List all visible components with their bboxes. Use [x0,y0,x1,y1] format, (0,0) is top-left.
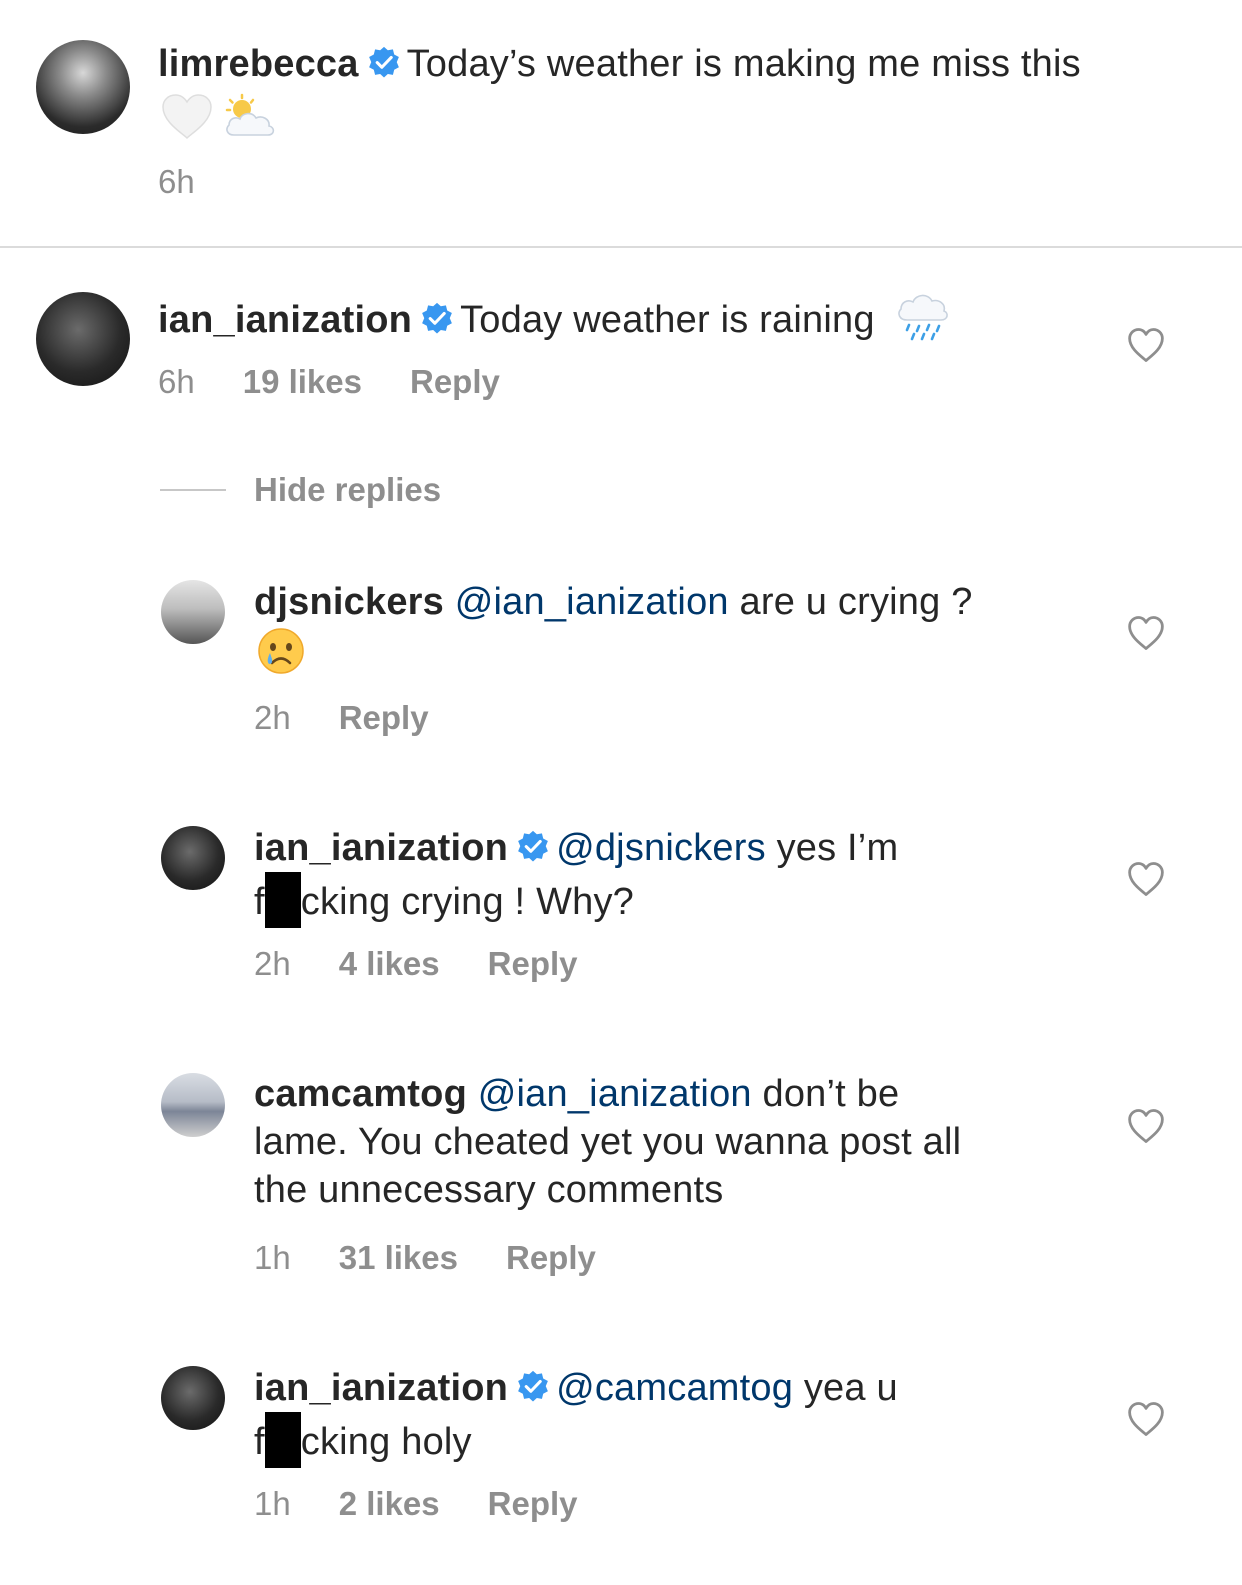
username[interactable]: djsnickers [254,581,444,623]
like-heart-icon[interactable] [1126,615,1166,651]
redaction-bar [264,1412,301,1468]
comment-body-line2-start: f [254,881,265,923]
avatar[interactable] [161,1366,225,1430]
comment-text: ian_ianization Today weather is raining [158,290,1058,344]
caption-body: Today’s weather is making me miss this [406,43,1081,85]
verified-badge-icon [516,830,550,864]
likes-count[interactable]: 2 likes [339,1484,440,1524]
comment-text: djsnickers @ian_ianization are u crying … [254,578,1084,626]
reply-button[interactable]: Reply [488,1484,578,1524]
caption-emoji-row [160,92,278,142]
post-caption: limrebecca Today’s weather is making me m… [0,0,1242,248]
username[interactable]: ian_ianization [158,299,412,341]
likes-count[interactable]: 19 likes [243,362,362,402]
comment-text: camcamtog @ian_ianization don’t be lame.… [254,1070,1084,1214]
timestamp: 2h [254,945,291,982]
comment-meta: 1h 31 likes Reply [254,1238,644,1278]
comment-body-line2-end: cking crying ! Why? [300,881,635,923]
username[interactable]: ian_ianization [254,1367,508,1409]
mention-link[interactable]: @ian_ianization [455,581,729,623]
mention-link[interactable]: @djsnickers [556,827,766,869]
timestamp: 6h [158,363,195,400]
avatar[interactable] [161,580,225,644]
comment-body: yes I’m [776,827,899,869]
comment-body-line2-end: cking holy [300,1421,472,1463]
comment-body-line2: lame. You cheated yet you wanna post all [254,1121,962,1163]
verified-badge-icon [367,46,401,80]
reply-button[interactable]: Reply [339,698,429,738]
timestamp: 1h [254,1239,291,1276]
like-heart-icon[interactable] [1126,861,1166,897]
redaction-bar [264,872,301,928]
mention-link[interactable]: @ian_ianization [478,1073,752,1115]
white-heart-icon [162,94,212,140]
reply-button[interactable]: Reply [506,1238,596,1278]
comment-meta: 1h 2 likes Reply [254,1484,626,1524]
avatar[interactable] [161,1073,225,1137]
like-heart-icon[interactable] [1126,327,1166,363]
comment-body: yea u [803,1367,898,1409]
avatar[interactable] [36,40,130,134]
like-heart-icon[interactable] [1126,1401,1166,1437]
hide-replies-button[interactable]: Hide replies [254,470,441,510]
username[interactable]: ian_ianization [254,827,508,869]
comment-body-line2-start: f [254,1421,265,1463]
timestamp: 1h [254,1485,291,1522]
reply-button[interactable]: Reply [410,362,500,402]
timestamp: 6h [158,163,195,200]
username[interactable]: camcamtog [254,1073,467,1115]
verified-badge-icon [420,302,454,336]
verified-badge-icon [516,1370,550,1404]
comment-body-line3: the unnecessary comments [254,1169,724,1211]
comment-body: don’t be [762,1073,900,1115]
divider [160,489,226,491]
reply-button[interactable]: Reply [488,944,578,984]
likes-count[interactable]: 4 likes [339,944,440,984]
comment-meta: 2h Reply [254,698,477,738]
caption-meta: 6h [158,162,243,202]
comment-meta: 6h 19 likes Reply [158,362,548,402]
timestamp: 2h [254,699,291,736]
cloud-with-rain-icon [898,294,949,341]
avatar[interactable] [36,292,130,386]
username[interactable]: limrebecca [158,43,359,85]
comment-meta: 2h 4 likes Reply [254,944,626,984]
like-heart-icon[interactable] [1126,1108,1166,1144]
avatar[interactable] [161,826,225,890]
crying-face-icon [258,628,304,674]
comment-text: ian_ianization @djsnickers yes I’m f cking… [254,824,1084,928]
sun-behind-cloud-icon [226,93,275,136]
comment-text: ian_ianization @camcamtog yea u f cking ho… [254,1364,1084,1468]
comment-body: Today weather is raining [460,299,875,341]
mention-link[interactable]: @camcamtog [556,1367,793,1409]
caption-text: limrebecca Today’s weather is making me m… [158,40,1218,88]
comment-body: are u crying ? [739,581,973,623]
likes-count[interactable]: 31 likes [339,1238,458,1278]
